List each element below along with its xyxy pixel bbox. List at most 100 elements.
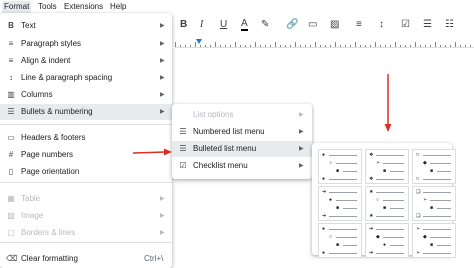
numbered-list-icon[interactable]: ☷ xyxy=(445,19,454,30)
ruler-tick xyxy=(425,45,426,47)
format-menu-item[interactable]: ☰ Bullets & numbering ▶ xyxy=(0,104,172,120)
bullet-text-line xyxy=(343,171,357,172)
bullets-submenu-item[interactable]: ☰ Bulleted list menu ▶ xyxy=(172,141,312,157)
ruler-tick xyxy=(215,42,216,47)
ruler-tick xyxy=(175,42,176,47)
list-icon: ☑ xyxy=(179,161,187,170)
bullet-glyph: □ xyxy=(416,176,420,182)
bullet-glyph: ■ xyxy=(383,168,387,174)
ruler-tick xyxy=(210,45,211,47)
align-icon[interactable]: ≡ xyxy=(356,19,362,30)
bullet-text-line xyxy=(390,171,404,172)
format-menu-item[interactable]: ⌫ Clear formatting Ctrl+\ xyxy=(0,251,172,267)
format-menu-item[interactable]: ▥ Columns ▶ xyxy=(0,87,172,103)
text-color-button[interactable]: A xyxy=(241,19,248,31)
checklist-icon[interactable]: ☑ xyxy=(401,19,410,30)
menu-format[interactable]: Format xyxy=(2,1,32,13)
highlight-icon[interactable]: ✎ xyxy=(261,19,269,30)
ruler-tick xyxy=(180,45,181,47)
bullet-glyph: ➢ xyxy=(416,226,421,232)
bullet-glyph: ■ xyxy=(430,205,434,211)
bullets-numbering-submenu: List options ▶ ☰ Numbered list menu ▶ ☰ Bullet… xyxy=(172,104,312,179)
ruler-tick xyxy=(270,45,271,47)
menu-tools[interactable]: Tools xyxy=(38,2,57,11)
ruler-tick xyxy=(295,42,296,47)
ruler-tick xyxy=(410,45,411,47)
bullet-preset-option[interactable]: ❑ ➢ ■ ❑ xyxy=(412,186,456,221)
line-spacing-icon[interactable]: ↕ xyxy=(379,19,384,30)
ruler-tick xyxy=(330,45,331,47)
ruler-tick xyxy=(195,42,196,47)
ruler-tick xyxy=(380,45,381,47)
format-menu-item[interactable]: ≡ Align & indent ▶ xyxy=(0,53,172,69)
ruler-tick xyxy=(340,45,341,47)
bullet-text-line xyxy=(423,229,451,230)
underline-button[interactable]: U xyxy=(220,19,227,30)
bullets-submenu-item[interactable]: ☑ Checklist menu ▶ xyxy=(172,158,312,174)
bullet-text-line xyxy=(376,216,404,217)
bullet-preset-option[interactable]: □ ◆ ■ □ xyxy=(412,149,456,184)
menu-help[interactable]: Help xyxy=(110,2,126,11)
chevron-right-icon: ▶ xyxy=(160,23,165,29)
format-menu-item[interactable]: ↕ Line & paragraph spacing ▶ xyxy=(0,70,172,86)
bullet-glyph: ● xyxy=(329,197,333,203)
submenu-item-label: Checklist menu xyxy=(193,161,248,170)
ruler-tick xyxy=(315,42,316,47)
toolbar: B I U A ✎ 🔗 ▭ ▨ ≡ ↕ ☑ ☰ ☷ xyxy=(165,14,474,36)
bullet-glyph: ■ xyxy=(336,205,340,211)
menu-extensions[interactable]: Extensions xyxy=(64,2,103,11)
format-menu-item[interactable]: # Page numbers xyxy=(0,147,172,163)
bullet-preset-option[interactable]: ★ ○ ■ ★ xyxy=(365,186,409,221)
bullet-text-line xyxy=(329,179,357,180)
bullet-preset-option[interactable]: ● ○ ■ ● xyxy=(318,223,362,258)
ruler[interactable] xyxy=(175,38,474,48)
bullet-glyph: ● xyxy=(322,176,326,182)
bullet-text-line xyxy=(343,245,357,246)
menu-item-label: Text xyxy=(21,21,36,30)
ruler-tick xyxy=(430,45,431,47)
bulleted-list-icon[interactable]: ☰ xyxy=(423,19,432,30)
ruler-tick xyxy=(240,45,241,47)
bullets-submenu-item[interactable]: ☰ Numbered list menu ▶ xyxy=(172,124,312,140)
menu-item-label: Page numbers xyxy=(21,150,74,159)
bullet-preset-option[interactable]: ● ○ ■ ● xyxy=(318,149,362,184)
ruler-tick xyxy=(355,42,356,47)
comment-icon[interactable]: ▭ xyxy=(308,19,317,30)
bullet-glyph: ❑ xyxy=(416,189,421,195)
bullet-text-line xyxy=(423,216,451,217)
image-icon[interactable]: ▨ xyxy=(330,19,339,30)
ruler-tick xyxy=(250,45,251,47)
ruler-tick xyxy=(360,45,361,47)
menu-item-icon: ▦ xyxy=(7,194,15,203)
bullet-preset-option[interactable]: ❖ ➢ ■ ❖ xyxy=(365,149,409,184)
menu-item-icon: ⌫ xyxy=(6,254,18,263)
bullet-text-line xyxy=(383,200,404,201)
format-menu-item[interactable]: ▯ Page orientation xyxy=(0,164,172,180)
format-menu-item: ▨ Image ▶ xyxy=(0,208,172,224)
ruler-tick xyxy=(275,42,276,47)
bullet-preset-option[interactable]: ➔ ◆ ● ➔ xyxy=(365,223,409,258)
format-menu-item[interactable]: ▭ Headers & footers xyxy=(0,130,172,146)
bullet-text-line xyxy=(430,163,451,164)
bullet-text-line xyxy=(437,208,451,209)
menu-item-icon: B xyxy=(8,21,14,30)
chevron-right-icon: ▶ xyxy=(299,112,304,118)
indent-marker[interactable] xyxy=(196,39,202,44)
format-menu-item[interactable]: ≡ Paragraph styles ▶ xyxy=(0,36,172,52)
bullet-text-line xyxy=(376,229,404,230)
format-menu-item[interactable]: B Text ▶ xyxy=(0,18,172,34)
bullet-glyph: ➔ xyxy=(322,213,327,219)
link-icon[interactable]: 🔗 xyxy=(286,19,298,30)
italic-button[interactable]: I xyxy=(200,19,203,30)
bullet-glyph: ➢ xyxy=(423,197,428,203)
bold-button[interactable]: B xyxy=(180,19,187,30)
bullet-preset-option[interactable]: ➢ ◆ ■ ➢ xyxy=(412,223,456,258)
bullet-text-line xyxy=(336,237,357,238)
submenu-item-label: Numbered list menu xyxy=(193,127,265,136)
bullet-preset-option[interactable]: ➔ ● ■ ➔ xyxy=(318,186,362,221)
chevron-right-icon: ▶ xyxy=(160,58,165,64)
bullet-text-line xyxy=(390,245,404,246)
chevron-right-icon: ▶ xyxy=(160,75,165,81)
menu-item-icon: ≡ xyxy=(8,39,14,48)
ruler-tick xyxy=(345,45,346,47)
